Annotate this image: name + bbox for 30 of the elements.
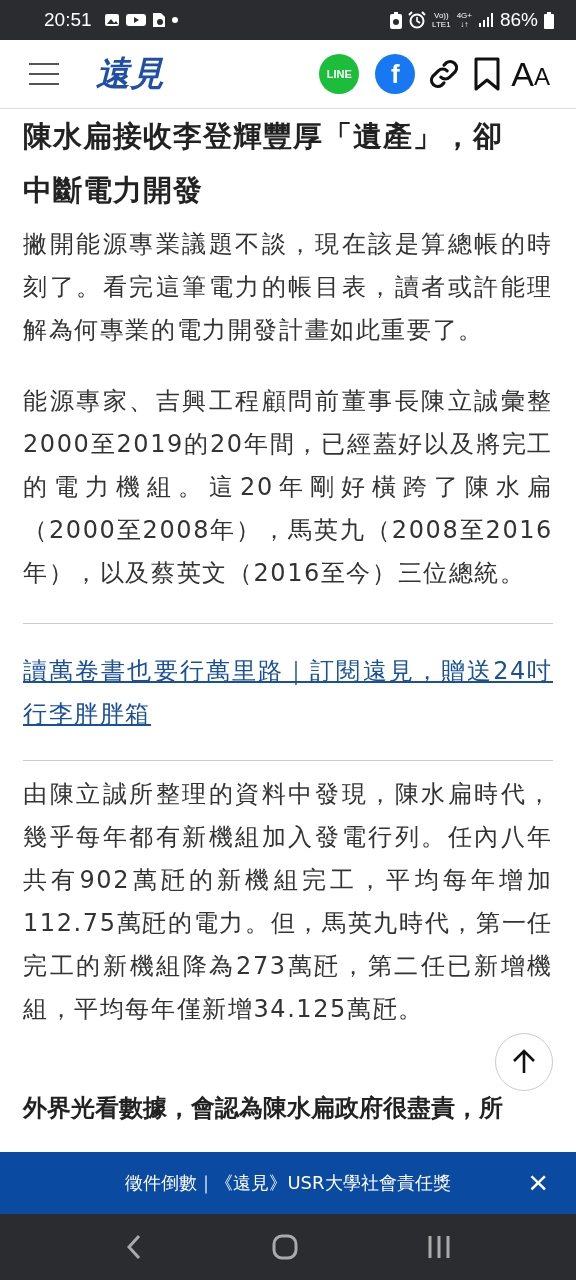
- signal-icon: [477, 12, 494, 28]
- close-button[interactable]: ×: [528, 1164, 548, 1200]
- article-heading: 陳水扁接收李登輝豐厚「遺產」，卻中斷電力開發: [23, 118, 504, 209]
- alarm-icon: [408, 11, 427, 29]
- lte-label: LTE1: [432, 20, 451, 29]
- network-label: 4G+: [456, 11, 472, 20]
- clock: 20:51: [44, 9, 92, 31]
- image-icon: [103, 13, 120, 27]
- volte-label: Vo)): [434, 11, 449, 20]
- battery-percent: 86%: [499, 9, 538, 31]
- dot-icon: [171, 17, 178, 23]
- promo-banner[interactable]: 徵件倒數｜《遠見》USR大學社會責任獎 ×: [0, 1152, 576, 1214]
- home-icon[interactable]: [271, 1233, 299, 1261]
- data-arrows-icon: ↓↑: [460, 20, 469, 29]
- facebook-share-button[interactable]: f: [375, 54, 416, 94]
- battery-icon: [544, 11, 554, 29]
- paragraph: 外界光看數據，會認為陳水扁政府很盡責，所: [23, 1093, 504, 1124]
- banner-text[interactable]: 徵件倒數｜《遠見》USR大學社會責任獎: [125, 1171, 451, 1195]
- font-size-button[interactable]: AA: [511, 57, 550, 91]
- paragraph: 能源專家、吉興工程顧問前董事長陳立誠彙整2000至2019的20年間，已經蓋好以及將完工的電力機組。這20年剛好橫跨了陳水扁（2000至2008年），馬英九（2008至2016年），以及蔡英文（2016至今）三位總統。: [23, 386, 553, 589]
- menu-icon[interactable]: [28, 62, 60, 86]
- recent-apps-icon[interactable]: [426, 1234, 453, 1260]
- play-icon: [125, 13, 146, 27]
- paragraph: 撇開能源專業議題不談，現在該是算總帳的時刻了。看完這筆電力的帳目表，讀者或許能理解為何專業的電力開發計畫如此重要了。: [23, 229, 553, 346]
- bookmark-icon[interactable]: [473, 57, 502, 91]
- subscribe-link[interactable]: 讀萬卷書也要行萬里路｜訂閱遠見，贈送24吋行李胖胖箱: [23, 650, 553, 736]
- logo[interactable]: 遠見: [96, 51, 164, 97]
- battery-saver-icon: [390, 11, 403, 29]
- document-icon: [151, 12, 166, 28]
- paragraph: 由陳立誠所整理的資料中發現，陳水扁時代，幾乎每年都有新機組加入發電行列。任內八年共有902萬瓩的新機組完工，平均每年增加112.75萬瓩的電力。但，馬英九時代，第一任完工的新機組降為273萬瓩，第二任已新增機組，平均每年僅新增34.125萬瓩。: [23, 779, 553, 1025]
